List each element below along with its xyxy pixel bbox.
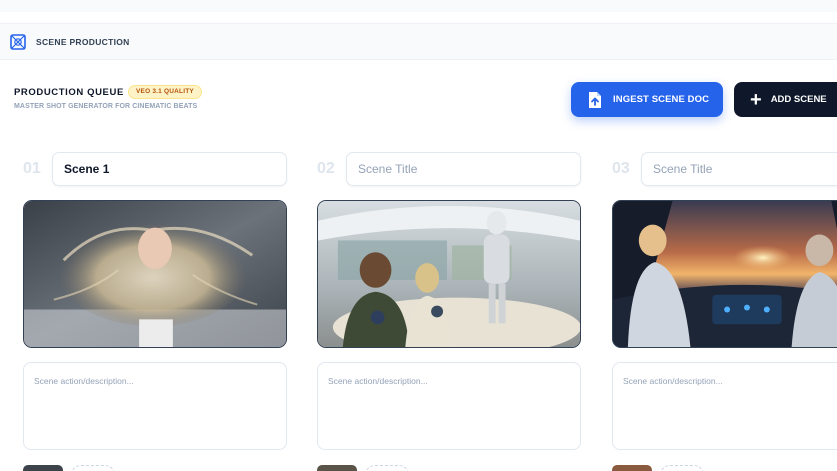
astronauts-in-cockpit-image [613, 201, 837, 347]
film-grid-icon [10, 34, 26, 50]
ingest-scene-doc-button[interactable]: INGEST SCENE DOC [571, 82, 723, 117]
section-title: SCENE PRODUCTION [36, 37, 130, 47]
scene-thumbnail[interactable] [612, 200, 837, 348]
add-shot-slot[interactable] [660, 465, 704, 471]
top-strip [0, 0, 837, 12]
scene-thumbnail[interactable] [317, 200, 581, 348]
queue-title: PRODUCTION QUEUE [14, 87, 124, 98]
woman-lying-on-bed-image [24, 201, 286, 347]
ingest-label: INGEST SCENE DOC [613, 94, 710, 105]
file-upload-icon [589, 91, 601, 108]
queue-subtitle: MASTER SHOT GENERATOR FOR CINEMATIC BEAT… [14, 103, 198, 110]
scene-title-input[interactable] [641, 152, 837, 186]
quality-badge: VEO 3.1 QUALITY [128, 85, 202, 99]
scene-description-input[interactable] [317, 362, 581, 450]
scene-title-input[interactable] [52, 152, 287, 186]
people-dining-with-robot-image [318, 201, 580, 347]
scene-description-input[interactable] [612, 362, 837, 450]
shot-thumbnail[interactable] [317, 465, 357, 471]
add-shot-slot[interactable] [71, 465, 115, 471]
scene-number: 02 [317, 160, 335, 177]
add-shot-slot[interactable] [365, 465, 409, 471]
section-header: SCENE PRODUCTION [0, 23, 837, 60]
scene-title-input[interactable] [346, 152, 581, 186]
scene-thumbnail[interactable] [23, 200, 287, 348]
add-scene-label: ADD SCENE [770, 94, 827, 105]
shot-thumbnail[interactable] [612, 465, 652, 471]
add-scene-button[interactable]: + ADD SCENE [734, 82, 837, 117]
scene-number: 03 [612, 160, 630, 177]
shot-thumbnail[interactable] [23, 465, 63, 471]
plus-icon: + [750, 88, 762, 111]
scene-description-input[interactable] [23, 362, 287, 450]
scene-number: 01 [23, 160, 41, 177]
